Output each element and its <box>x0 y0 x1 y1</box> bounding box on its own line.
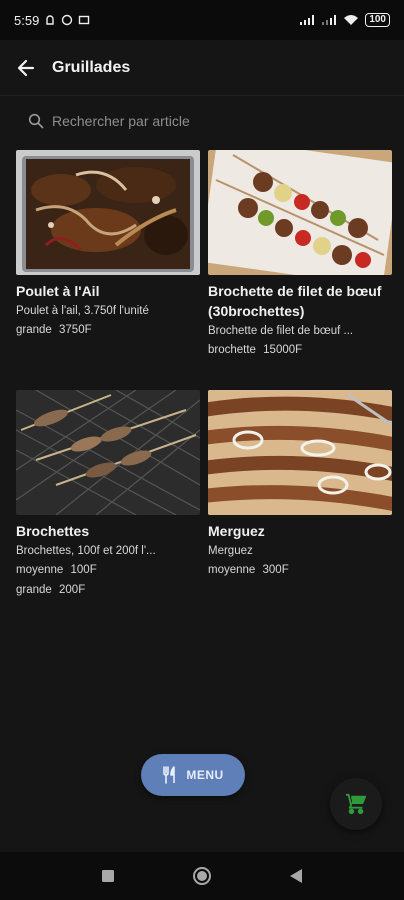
product-image-poulet-ail <box>16 150 200 275</box>
price-size: grande <box>16 324 52 336</box>
price-size: grande <box>16 584 52 596</box>
fork-knife-icon <box>163 766 176 784</box>
product-image-merguez <box>208 390 392 515</box>
page-title: Gruillades <box>52 58 131 76</box>
status-bar: 5:59 100 <box>0 0 404 40</box>
product-image-brochettes <box>16 390 200 515</box>
recents-button[interactable] <box>96 864 120 888</box>
price-value: 300F <box>262 564 289 576</box>
product-title: Merguez <box>208 523 265 539</box>
signal-icon-2 <box>322 15 337 25</box>
product-image-brochette-filet-boeuf <box>208 150 392 275</box>
notification-icon <box>46 15 55 25</box>
product-price-line: grande 200F <box>16 580 200 600</box>
product-price-line: moyenne 300F <box>208 560 392 580</box>
product-description: Brochette de filet de bœuf ... <box>208 325 354 337</box>
search-bar[interactable] <box>16 104 388 138</box>
circle-icon <box>193 867 211 885</box>
product-description: Poulet à l'ail, 3.750f l'unité <box>16 305 149 317</box>
app-bar: Gruillades <box>0 40 404 96</box>
product-card-brochette-filet-boeuf[interactable]: Brochette de filet de bœuf (30brochettes… <box>208 150 392 360</box>
square-icon <box>102 870 114 882</box>
battery-indicator: 100 <box>365 13 390 27</box>
signal-icon <box>300 15 315 25</box>
menu-button-label: MENU <box>186 768 224 782</box>
product-title: Poulet à l'Ail <box>16 283 100 299</box>
product-card-brochettes[interactable]: Brochettes Brochettes, 100f et 200f l'..… <box>16 390 200 600</box>
product-card-merguez[interactable]: Merguez Merguez moyenne 300F <box>208 390 392 600</box>
price-size: moyenne <box>16 564 64 576</box>
product-description: Merguez <box>208 545 253 557</box>
price-size: moyenne <box>208 564 256 576</box>
search-input[interactable] <box>52 113 352 129</box>
price-value: 200F <box>59 584 86 596</box>
status-time: 5:59 <box>14 12 40 28</box>
search-icon <box>28 113 44 129</box>
product-price-line: grande 3750F <box>16 320 200 340</box>
wifi-icon <box>344 15 359 25</box>
product-card-poulet-ail[interactable]: Poulet à l'Ail Poulet à l'ail, 3.750f l'… <box>16 150 200 360</box>
product-price-line: brochette 15000F <box>208 340 392 360</box>
cart-icon <box>345 793 367 815</box>
arrow-left-icon <box>17 59 35 76</box>
product-price-line: moyenne 100F <box>16 560 200 580</box>
price-value: 3750F <box>59 324 92 336</box>
product-grid: Poulet à l'Ail Poulet à l'ail, 3.750f l'… <box>16 150 392 600</box>
cart-button[interactable] <box>330 778 382 830</box>
whatsapp-icon <box>62 14 73 26</box>
product-title: Brochettes <box>16 523 90 539</box>
price-size: brochette <box>208 344 256 356</box>
back-nav-button[interactable] <box>284 864 308 888</box>
message-icon <box>79 15 90 25</box>
product-description: Brochettes, 100f et 200f l'... <box>16 545 156 557</box>
system-nav-bar <box>0 852 404 900</box>
menu-button[interactable]: MENU <box>141 754 245 796</box>
back-button[interactable] <box>0 40 52 96</box>
price-value: 100F <box>70 564 97 576</box>
product-title: Brochette de filet de bœuf (30brochettes… <box>208 283 382 319</box>
home-button[interactable] <box>190 864 214 888</box>
triangle-back-icon <box>290 869 302 883</box>
price-value: 15000F <box>263 344 303 356</box>
